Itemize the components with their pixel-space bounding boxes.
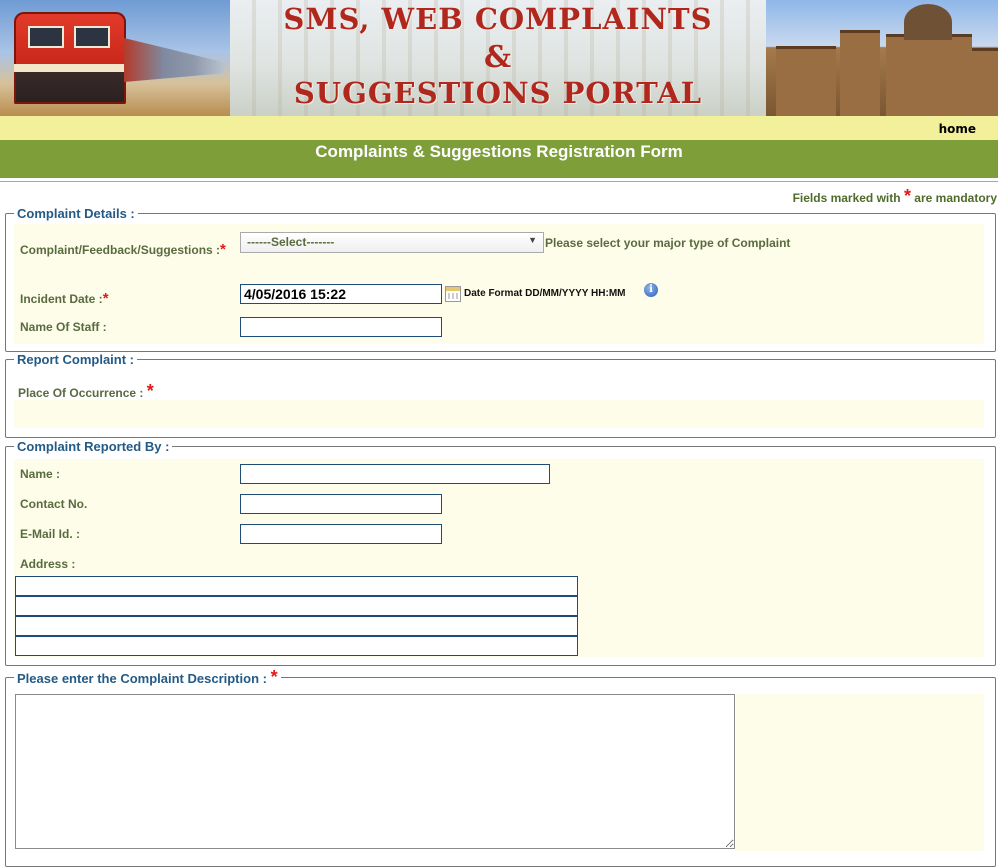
complaint-details-legend: Complaint Details : xyxy=(17,206,135,221)
form-title: Complaints & Suggestions Registration Fo… xyxy=(0,140,998,178)
banner-station-image xyxy=(766,0,998,116)
mandatory-star-icon: * xyxy=(903,186,911,206)
station-main-block xyxy=(886,34,972,116)
address-line-4-input[interactable] xyxy=(15,636,578,656)
reporter-name-label: Name : xyxy=(20,467,61,481)
chevron-down-icon: ▼ xyxy=(528,235,537,245)
incident-date-label-text: Incident Date : xyxy=(20,292,103,306)
address-line-2-input[interactable] xyxy=(15,596,578,616)
complaint-type-selected: ------Select------- xyxy=(247,235,335,249)
nav-strip: home xyxy=(0,116,998,140)
mandatory-note-prefix: Fields marked with xyxy=(792,191,901,205)
reported-by-legend: Complaint Reported By : xyxy=(17,439,170,454)
date-format-hint: Date Format DD/MM/YYYY HH:MM xyxy=(464,288,626,299)
calendar-icon[interactable] xyxy=(445,286,461,302)
mandatory-note: Fields marked with * are mandatory xyxy=(793,186,997,207)
report-complaint-panel xyxy=(14,400,984,428)
email-input[interactable] xyxy=(240,524,442,544)
staff-name-input[interactable] xyxy=(240,317,442,337)
reporter-name-input[interactable] xyxy=(240,464,550,484)
banner-title-line2: & xyxy=(483,40,513,75)
banner-title-line1: SMS, WEB COMPLAINTS xyxy=(283,2,713,36)
description-legend: Please enter the Complaint Description :… xyxy=(14,667,281,688)
address-line-1-input[interactable] xyxy=(15,576,578,596)
banner-title-area: SMS, WEB COMPLAINTS & SUGGESTIONS PORTAL xyxy=(230,0,766,116)
place-occurrence-label: Place Of Occurrence : * xyxy=(18,381,154,402)
place-occurrence-label-text: Place Of Occurrence : xyxy=(18,386,144,400)
report-complaint-legend: Report Complaint : xyxy=(17,352,134,367)
loco-window-left xyxy=(28,26,64,48)
staff-name-label: Name Of Staff : xyxy=(20,320,107,334)
banner-title-line3: SUGGESTIONS PORTAL xyxy=(293,76,703,110)
loco-stripe xyxy=(14,64,126,72)
required-star-icon: * xyxy=(270,667,278,687)
required-star-icon: * xyxy=(146,381,154,401)
contact-no-input[interactable] xyxy=(240,494,442,514)
mandatory-note-suffix: are mandatory xyxy=(914,191,997,205)
address-label: Address : xyxy=(20,557,76,571)
train-coaches-shape xyxy=(124,38,224,82)
home-link[interactable]: home xyxy=(939,122,976,136)
station-wing-left xyxy=(776,46,836,116)
info-icon[interactable]: i xyxy=(644,283,658,297)
station-tower-left xyxy=(840,30,880,116)
complaint-type-select[interactable]: ------Select------- ▼ xyxy=(240,232,544,253)
incident-date-input[interactable] xyxy=(240,284,442,304)
complaint-type-hint: Please select your major type of Complai… xyxy=(545,236,791,250)
loco-window-right xyxy=(74,26,110,48)
station-wing-right xyxy=(972,48,998,116)
banner-train-image xyxy=(0,0,230,116)
complaint-type-label-text: Complaint/Feedback/Suggestions : xyxy=(20,243,221,257)
required-star-icon: * xyxy=(220,241,226,258)
station-dome xyxy=(904,4,952,40)
contact-no-label: Contact No. xyxy=(20,497,88,511)
description-side-panel xyxy=(736,694,984,851)
email-label: E-Mail Id. : xyxy=(20,527,80,541)
header-banner: SMS, WEB COMPLAINTS & SUGGESTIONS PORTAL xyxy=(0,0,998,116)
locomotive-shape xyxy=(14,12,126,104)
required-star-icon: * xyxy=(102,290,109,307)
address-line-3-input[interactable] xyxy=(15,616,578,636)
incident-date-label: Incident Date :* xyxy=(20,290,109,307)
complaint-type-label: Complaint/Feedback/Suggestions :* xyxy=(20,241,226,258)
registration-form: Fields marked with * are mandatory Compl… xyxy=(0,181,998,867)
complaint-description-textarea[interactable] xyxy=(15,694,735,849)
description-legend-text: Please enter the Complaint Description : xyxy=(17,671,267,686)
